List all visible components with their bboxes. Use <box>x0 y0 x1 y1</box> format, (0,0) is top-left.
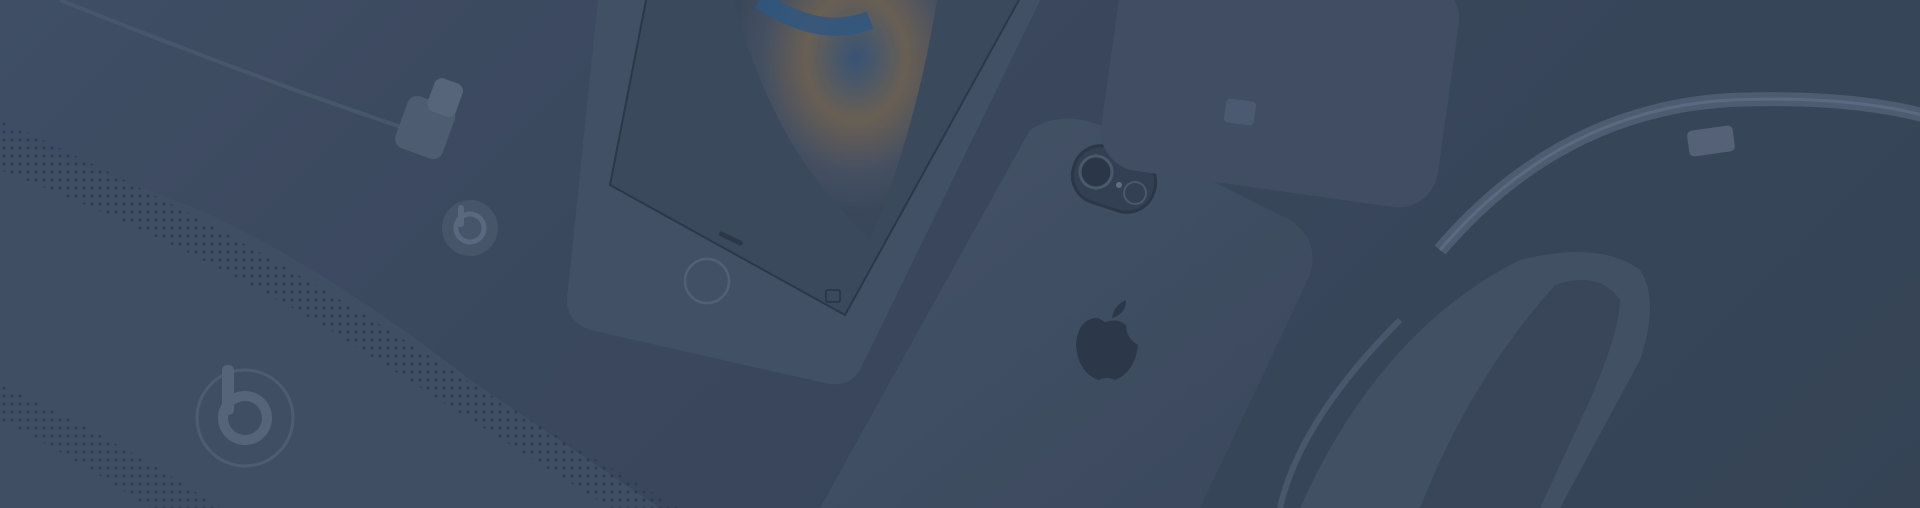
dark-overlay <box>0 0 1920 508</box>
hero-banner <box>0 0 1920 508</box>
